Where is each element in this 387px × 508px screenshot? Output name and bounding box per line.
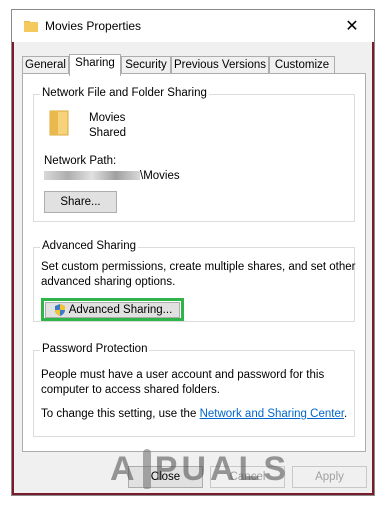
group-title: Password Protection <box>40 343 150 355</box>
redacted-path <box>44 171 140 181</box>
title-bar[interactable]: Movies Properties ✕ <box>12 10 374 42</box>
appuals-watermark: A PUALS <box>110 443 290 495</box>
tab-security[interactable]: Security <box>121 56 171 73</box>
network-sharing-group: Network File and Folder Sharing Movies S… <box>33 87 355 222</box>
shield-icon <box>54 304 65 316</box>
tab-sharing[interactable]: Sharing <box>69 54 121 76</box>
network-sharing-center-link[interactable]: Network and Sharing Center <box>200 408 344 420</box>
advanced-description-line1: Set custom permissions, create multiple … <box>41 261 356 273</box>
sharing-panel: Network File and Folder Sharing Movies S… <box>22 73 366 452</box>
advanced-sharing-group: Advanced Sharing Set custom permissions,… <box>33 240 356 322</box>
network-path-suffix: \Movies <box>140 170 180 182</box>
sentence-period: . <box>344 408 348 420</box>
tab-general[interactable]: General <box>22 56 69 73</box>
advanced-sharing-button[interactable]: Advanced Sharing... <box>45 302 180 318</box>
password-change-text: To change this setting, use the Network … <box>41 408 347 420</box>
password-description-line2: computer to access shared folders. <box>41 384 220 396</box>
network-path-value: \Movies <box>44 170 180 182</box>
share-button[interactable]: Share... <box>44 191 117 213</box>
close-icon[interactable]: ✕ <box>330 10 374 41</box>
network-path-label: Network Path: <box>44 155 117 167</box>
folder-icon <box>49 110 69 136</box>
group-title: Advanced Sharing <box>40 240 138 252</box>
tab-previous-versions[interactable]: Previous Versions <box>171 56 269 73</box>
advanced-description-line2: advanced sharing options. <box>41 276 176 288</box>
advanced-sharing-label: Advanced Sharing... <box>68 304 173 316</box>
watermark-text-right: PUALS <box>154 449 290 488</box>
apply-button[interactable]: Apply <box>292 466 367 488</box>
group-title: Network File and Folder Sharing <box>40 87 209 99</box>
watermark-text-left: A <box>110 449 139 488</box>
folder-icon <box>24 21 38 32</box>
properties-dialog: Movies Properties ✕ General Sharing Secu… <box>11 9 375 496</box>
mascot-icon <box>142 449 151 489</box>
change-setting-text: To change this setting, use the <box>41 408 197 420</box>
window-title: Movies Properties <box>45 19 142 33</box>
folder-status: Shared <box>89 127 127 139</box>
password-description-line1: People must have a user account and pass… <box>41 369 325 381</box>
folder-name: Movies <box>89 112 126 124</box>
password-protection-group: Password Protection People must have a u… <box>33 343 355 437</box>
tab-customize[interactable]: Customize <box>269 56 335 73</box>
